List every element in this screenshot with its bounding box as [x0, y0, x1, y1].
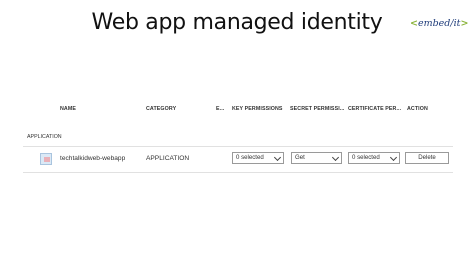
application-icon [40, 153, 52, 165]
secret-permissions-value: Get [295, 154, 305, 161]
column-header-action: ACTION [407, 106, 428, 112]
certificate-permissions-value: 0 selected [352, 154, 380, 161]
key-permissions-dropdown[interactable]: 0 selected [232, 152, 284, 164]
chevron-down-icon [273, 153, 282, 162]
row-category: APPLICATION [146, 155, 190, 162]
column-header-name[interactable]: NAME [60, 106, 76, 112]
column-header-e[interactable]: E... [216, 106, 224, 112]
column-header-secret-permissions[interactable]: SECRET PERMISSI... [290, 106, 344, 112]
column-header-certificate-permissions[interactable]: CERTIFICATE PER... [348, 106, 401, 112]
key-permissions-value: 0 selected [236, 154, 264, 161]
table-row: techtalkidweb-webapp APPLICATION 0 selec… [23, 147, 453, 171]
column-header-category[interactable]: CATEGORY [146, 106, 176, 112]
chevron-down-icon [331, 153, 340, 162]
section-label-application: APPLICATION [27, 134, 62, 140]
secret-permissions-dropdown[interactable]: Get [291, 152, 342, 164]
certificate-permissions-dropdown[interactable]: 0 selected [348, 152, 400, 164]
row-name: techtalkidweb-webapp [60, 155, 126, 162]
delete-button[interactable]: Delete [405, 152, 449, 164]
row-divider-bottom [23, 172, 453, 173]
slide-title: Web app managed identity [91, 10, 383, 35]
chevron-down-icon [389, 153, 398, 162]
embedit-logo: <embed/it> [410, 18, 469, 29]
column-header-key-permissions[interactable]: KEY PERMISSIONS [232, 106, 283, 112]
